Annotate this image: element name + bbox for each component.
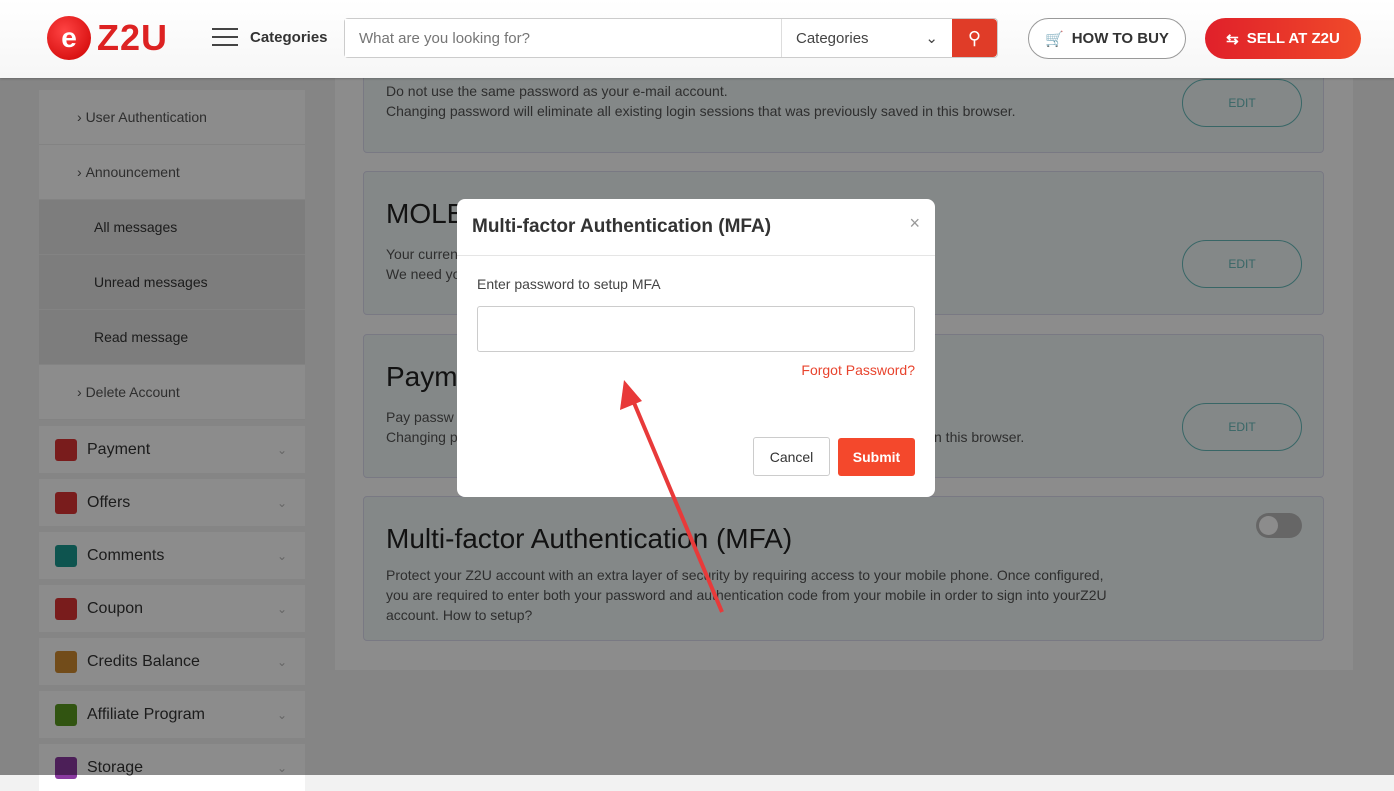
how-to-buy-button[interactable]: 🛒 HOW TO BUY	[1028, 18, 1186, 59]
exchange-icon: ⇆	[1226, 30, 1239, 48]
z2u-logo[interactable]: e Z2U	[47, 16, 168, 60]
logo-icon: e	[47, 16, 91, 60]
sell-button[interactable]: ⇆ SELL AT Z2U	[1205, 18, 1361, 59]
search-input[interactable]	[345, 19, 781, 57]
search-button[interactable]: ⚲	[952, 19, 997, 57]
search-category-select[interactable]: Categories ⌄	[781, 19, 952, 57]
cancel-button[interactable]: Cancel	[753, 437, 830, 476]
header: eZ2U Categories Categories⌄ ⚲ 🛒HOW TO BU…	[0, 0, 1394, 78]
search-icon: ⚲	[967, 27, 982, 48]
categories-menu-button[interactable]: Categories	[212, 28, 328, 46]
menu-icon	[212, 28, 238, 46]
password-label: Enter password to setup MFA	[477, 276, 661, 292]
forgot-password-link[interactable]: Forgot Password?	[801, 362, 915, 378]
submit-button[interactable]: Submit	[838, 438, 915, 476]
modal-title: Multi-factor Authentication (MFA)	[457, 199, 935, 256]
cart-icon: 🛒	[1045, 30, 1064, 48]
chevron-down-icon: ⌄	[925, 30, 938, 47]
search-bar: Categories⌄ ⚲	[344, 18, 998, 58]
mfa-modal: Multi-factor Authentication (MFA) × Ente…	[457, 199, 935, 497]
password-input[interactable]	[477, 306, 915, 352]
close-icon[interactable]: ×	[909, 213, 920, 234]
